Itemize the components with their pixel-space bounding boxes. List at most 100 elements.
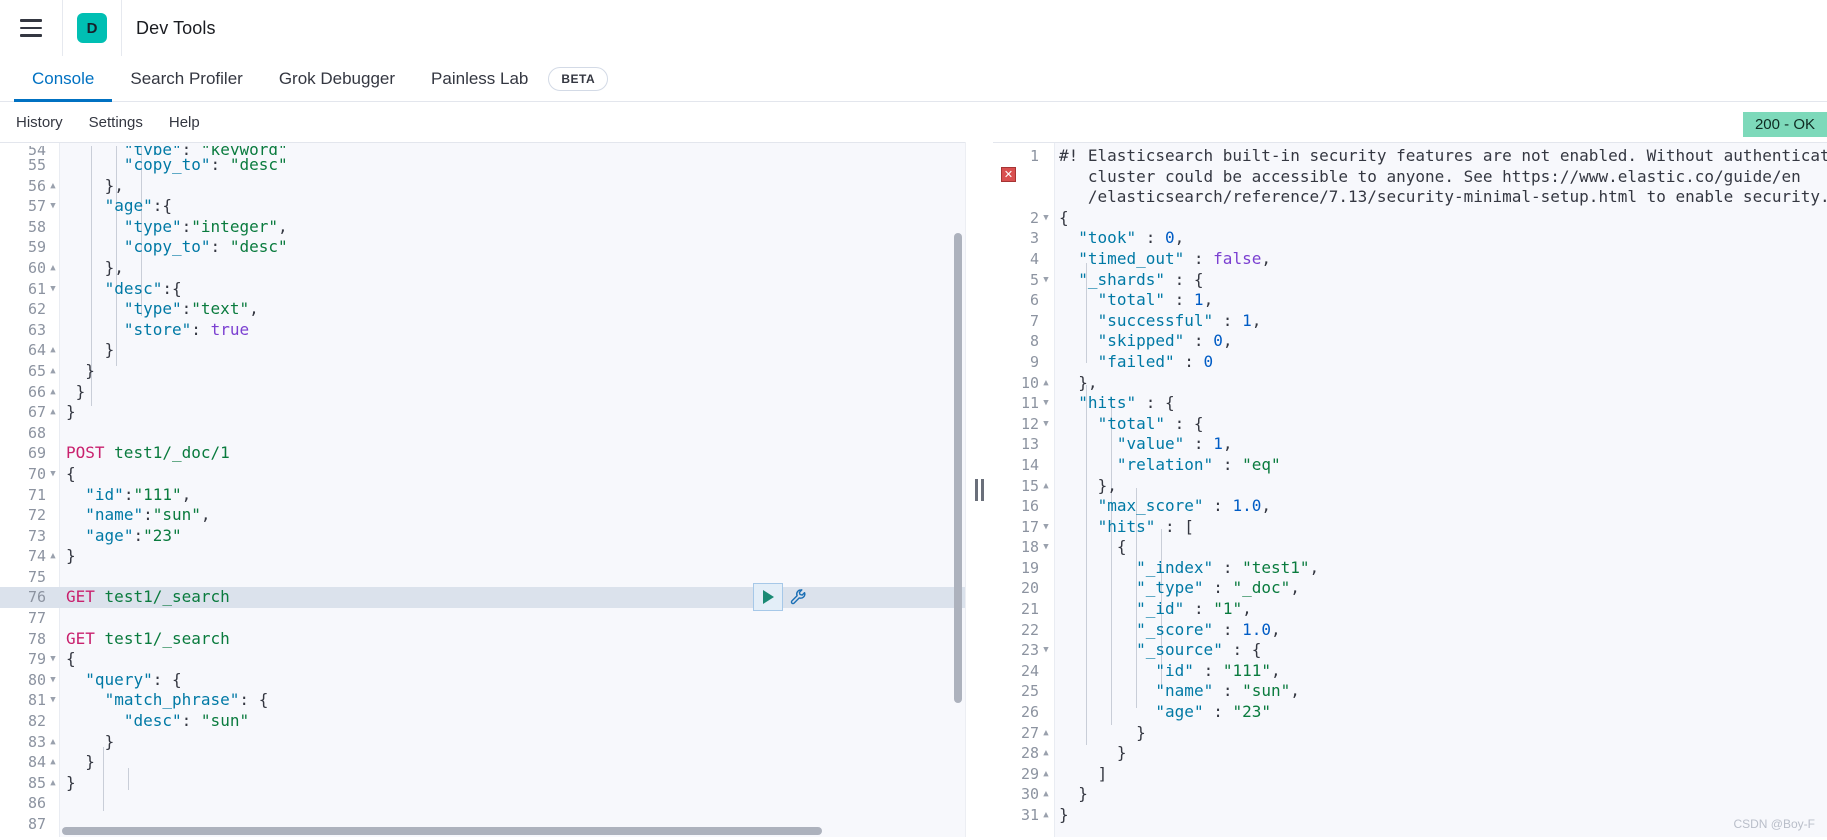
code-line[interactable]: 81 ▼ "match_phrase": { (0, 690, 965, 711)
code-line[interactable]: 5 ▼ "_shards" : { (993, 270, 1827, 291)
code-line[interactable]: 6 "total" : 1, (993, 290, 1827, 311)
code-line[interactable]: 8 "skipped" : 0, (993, 331, 1827, 352)
fold-toggle-icon[interactable]: ▼ (46, 670, 60, 691)
code-line[interactable]: 23 ▼ "_source" : { (993, 640, 1827, 661)
request-editor[interactable]: 54 "type": "keyword"55 "copy_to": "desc"… (0, 143, 965, 837)
code-line[interactable]: 55 "copy_to": "desc" (0, 155, 965, 176)
code-line[interactable]: 68 (0, 423, 965, 444)
code-line[interactable]: 19 "_index" : "test1", (993, 558, 1827, 579)
code-line[interactable]: 69 POST test1/_doc/1 (0, 443, 965, 464)
fold-toggle-icon[interactable]: ▲ (46, 402, 60, 423)
code-line[interactable]: 60 ▲ }, (0, 258, 965, 279)
fold-toggle-icon[interactable]: ▼ (1039, 537, 1053, 558)
response-pane[interactable]: 1 #! Elasticsearch built-in security feat… (993, 142, 1827, 837)
code-line[interactable]: 58 "type":"integer", (0, 217, 965, 238)
code-line[interactable]: 31 ▲} (993, 805, 1827, 826)
code-line[interactable]: 67 ▲} (0, 402, 965, 423)
code-line[interactable]: 25 "name" : "sun", (993, 681, 1827, 702)
fold-toggle-icon[interactable]: ▼ (46, 279, 60, 300)
code-line[interactable]: 61 ▼ "desc":{ (0, 279, 965, 300)
fold-toggle-icon[interactable]: ▼ (1039, 208, 1053, 229)
code-line[interactable]: 3 "took" : 0, (993, 228, 1827, 249)
code-line[interactable]: 62 "type":"text", (0, 299, 965, 320)
fold-toggle-icon[interactable]: ▲ (46, 732, 60, 753)
fold-toggle-icon[interactable]: ▲ (46, 752, 60, 773)
code-line[interactable]: /elasticsearch/reference/7.13/security-m… (993, 187, 1827, 208)
code-line[interactable]: 82 "desc": "sun" (0, 711, 965, 732)
error-marker-icon[interactable]: ✕ (1001, 167, 1016, 182)
code-line[interactable]: 72 "name":"sun", (0, 505, 965, 526)
code-line[interactable]: 11 ▼ "hits" : { (993, 393, 1827, 414)
code-line[interactable]: cluster could be accessible to anyone. S… (993, 167, 1827, 188)
code-line[interactable]: 27 ▲ } (993, 723, 1827, 744)
fold-toggle-icon[interactable]: ▼ (1039, 640, 1053, 661)
code-line[interactable]: 12 ▼ "total" : { (993, 414, 1827, 435)
fold-toggle-icon[interactable]: ▲ (1039, 784, 1053, 805)
app-logo[interactable]: D (77, 13, 107, 43)
code-line[interactable]: 7 "successful" : 1, (993, 311, 1827, 332)
request-horizontal-scrollbar[interactable] (62, 827, 822, 835)
fold-toggle-icon[interactable]: ▲ (1039, 743, 1053, 764)
fold-toggle-icon[interactable]: ▲ (1039, 764, 1053, 785)
code-line[interactable]: 66 ▲ } (0, 382, 965, 403)
tab-console[interactable]: Console (14, 56, 113, 102)
request-vertical-scrollbar[interactable] (954, 233, 962, 703)
code-line[interactable]: 65 ▲ } (0, 361, 965, 382)
code-line[interactable]: 56 ▲ }, (0, 176, 965, 197)
code-line[interactable]: 86 (0, 793, 965, 814)
code-line[interactable]: 71 "id":"111", (0, 485, 965, 506)
code-line[interactable]: 76 GET test1/_search (0, 587, 965, 609)
request-editor-pane[interactable]: 54 "type": "keyword"55 "copy_to": "desc"… (0, 142, 965, 837)
code-line[interactable]: 64 ▲ } (0, 340, 965, 361)
code-line[interactable]: 24 "id" : "111", (993, 661, 1827, 682)
fold-toggle-icon[interactable]: ▲ (46, 361, 60, 382)
code-line[interactable]: 79 ▼ { (0, 649, 965, 670)
hamburger-menu-icon[interactable] (14, 11, 48, 45)
code-line[interactable]: 54 "type": "keyword" (0, 146, 965, 155)
code-line[interactable]: 26 "age" : "23" (993, 702, 1827, 723)
submenu-item-help[interactable]: Help (169, 114, 200, 131)
tab-painless-lab[interactable]: Painless Lab (413, 56, 546, 101)
code-line[interactable]: 18 ▼ { (993, 537, 1827, 558)
fold-toggle-icon[interactable]: ▲ (46, 382, 60, 403)
code-line[interactable]: 78 GET test1/_search (0, 629, 965, 650)
code-line[interactable]: 10 ▲ }, (993, 373, 1827, 394)
fold-toggle-icon[interactable]: ▼ (46, 649, 60, 670)
fold-toggle-icon[interactable]: ▲ (1039, 476, 1053, 497)
code-line[interactable]: 21 "_id" : "1", (993, 599, 1827, 620)
fold-toggle-icon[interactable]: ▲ (46, 258, 60, 279)
code-line[interactable]: 85 ▲} (0, 773, 965, 794)
play-button[interactable] (753, 583, 783, 611)
code-line[interactable]: 28 ▲ } (993, 743, 1827, 764)
code-line[interactable]: 74 ▲} (0, 546, 965, 567)
code-line[interactable]: 22 "_score" : 1.0, (993, 620, 1827, 641)
code-line[interactable]: 73 "age":"23" (0, 526, 965, 547)
wrench-button[interactable] (785, 584, 811, 610)
pane-splitter[interactable] (965, 142, 993, 837)
code-line[interactable]: 1 #! Elasticsearch built-in security feat… (993, 146, 1827, 167)
fold-toggle-icon[interactable]: ▼ (46, 690, 60, 711)
code-line[interactable]: 77 (0, 608, 965, 629)
code-line[interactable]: 80 ▼ "query": { (0, 670, 965, 691)
code-line[interactable]: 16 "max_score" : 1.0, (993, 496, 1827, 517)
code-line[interactable]: 30 ▲ } (993, 784, 1827, 805)
fold-toggle-icon[interactable]: ▲ (46, 773, 60, 794)
code-line[interactable]: 14 "relation" : "eq" (993, 455, 1827, 476)
fold-toggle-icon[interactable]: ▲ (46, 546, 60, 567)
fold-toggle-icon[interactable]: ▼ (46, 464, 60, 485)
code-line[interactable]: 70 ▼ { (0, 464, 965, 485)
code-line[interactable]: 9 "failed" : 0 (993, 352, 1827, 373)
fold-toggle-icon[interactable]: ▲ (1039, 723, 1053, 744)
code-line[interactable]: 63 "store": true (0, 320, 965, 341)
submenu-item-history[interactable]: History (16, 114, 63, 131)
fold-toggle-icon[interactable]: ▲ (46, 176, 60, 197)
code-line[interactable]: 20 "_type" : "_doc", (993, 578, 1827, 599)
code-line[interactable]: 29 ▲ ] (993, 764, 1827, 785)
code-line[interactable]: 84 ▲ } (0, 752, 965, 773)
fold-toggle-icon[interactable]: ▼ (1039, 393, 1053, 414)
code-line[interactable]: 2 ▼ { (993, 208, 1827, 229)
code-line[interactable]: 83 ▲ } (0, 732, 965, 753)
fold-toggle-icon[interactable]: ▼ (1039, 414, 1053, 435)
tab-search-profiler[interactable]: Search Profiler (112, 56, 260, 101)
fold-toggle-icon[interactable]: ▲ (46, 340, 60, 361)
